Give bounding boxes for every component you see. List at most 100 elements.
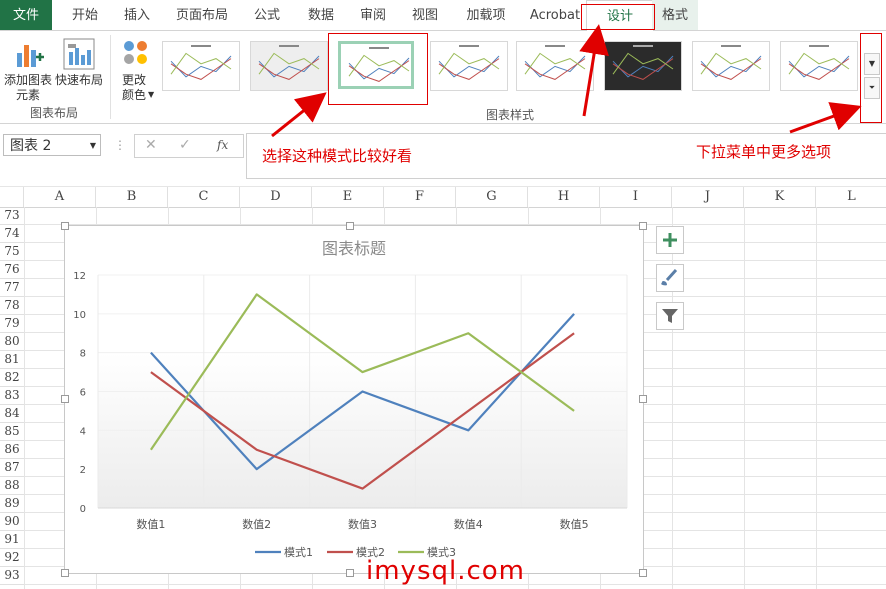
- change-colors-button[interactable]: 更改 颜色 ▼: [114, 35, 156, 102]
- row-header-92[interactable]: 92: [0, 549, 24, 567]
- chart-filters-button[interactable]: [656, 302, 684, 330]
- confirm-icon[interactable]: ✓: [179, 137, 191, 153]
- x-tick-label: 数值5: [560, 518, 589, 531]
- chart-style-thumbnail[interactable]: [780, 41, 858, 91]
- column-header-j[interactable]: J: [672, 187, 744, 207]
- column-header-h[interactable]: H: [528, 187, 600, 207]
- tab-data[interactable]: 数据: [298, 0, 344, 30]
- row-header-81[interactable]: 81: [0, 351, 24, 369]
- row-header-83[interactable]: 83: [0, 387, 24, 405]
- column-header-l[interactable]: L: [816, 187, 886, 207]
- chart-styles-button[interactable]: [656, 264, 684, 292]
- row-header-79[interactable]: 79: [0, 315, 24, 333]
- column-header-f[interactable]: F: [384, 187, 456, 207]
- row-header-73[interactable]: 73: [0, 207, 24, 225]
- row-header-78[interactable]: 78: [0, 297, 24, 315]
- tab-home[interactable]: 开始: [60, 0, 110, 30]
- tab-review[interactable]: 审阅: [350, 0, 396, 30]
- chart-style-thumbnail[interactable]: [516, 41, 594, 91]
- tab-file[interactable]: 文件: [0, 0, 52, 30]
- column-header-k[interactable]: K: [744, 187, 816, 207]
- resize-handle[interactable]: [639, 222, 647, 230]
- y-tick-label: 6: [80, 388, 86, 399]
- tab-acrobat[interactable]: Acrobat: [526, 0, 584, 30]
- drag-handle-icon: ⋮: [114, 138, 126, 152]
- chart-style-thumbnail[interactable]: [430, 41, 508, 91]
- row-header-91[interactable]: 91: [0, 531, 24, 549]
- more-options-highlight: [860, 33, 882, 123]
- resize-handle[interactable]: [61, 395, 69, 403]
- add-chart-element-button[interactable]: 添加图表 元素: [4, 35, 52, 102]
- column-header-i[interactable]: I: [600, 187, 672, 207]
- resize-handle[interactable]: [61, 222, 69, 230]
- resize-handle[interactable]: [346, 222, 354, 230]
- row-header-89[interactable]: 89: [0, 495, 24, 513]
- chart-style-preview: [612, 45, 674, 80]
- x-tick-label: 数值2: [242, 518, 271, 531]
- chart-area[interactable]: 图表标题 0 2 4 6 8 10 12 数值1 数值2 数值3 数值4 数值5 模式1 模式2 模式3: [64, 225, 644, 574]
- column-header-g[interactable]: G: [456, 187, 528, 207]
- chevron-down-icon: ▼: [148, 90, 155, 99]
- tab-formulas[interactable]: 公式: [244, 0, 290, 30]
- column-header-b[interactable]: B: [96, 187, 168, 207]
- tab-addins[interactable]: 加载项: [458, 0, 514, 30]
- row-header-93[interactable]: 93: [0, 567, 24, 585]
- row-header-86[interactable]: 86: [0, 441, 24, 459]
- cancel-icon[interactable]: ✕: [145, 137, 157, 153]
- row-header-77[interactable]: 77: [0, 279, 24, 297]
- design-tab-highlight: [581, 4, 655, 30]
- chart-style-preview: [524, 45, 586, 80]
- chart-style-thumbnail[interactable]: [338, 41, 414, 89]
- name-box-value: 图表 2: [10, 138, 52, 154]
- chart-style-thumbnail[interactable]: [250, 41, 328, 91]
- chevron-down-icon: ▼: [89, 141, 96, 150]
- chart-style-thumbnail[interactable]: [162, 41, 240, 91]
- row-header-76[interactable]: 76: [0, 261, 24, 279]
- row-header-80[interactable]: 80: [0, 333, 24, 351]
- filter-icon: [662, 309, 678, 323]
- column-header-d[interactable]: D: [240, 187, 312, 207]
- resize-handle[interactable]: [639, 395, 647, 403]
- column-header-a[interactable]: A: [24, 187, 96, 207]
- y-tick-label: 0: [80, 504, 86, 515]
- chart-title[interactable]: 图表标题: [322, 239, 386, 258]
- row-header-88[interactable]: 88: [0, 477, 24, 495]
- legend-label: 模式1: [284, 546, 313, 559]
- tab-view[interactable]: 视图: [402, 0, 448, 30]
- quick-layout-label: 快速布局: [54, 73, 103, 87]
- chart-elements-button[interactable]: [656, 226, 684, 254]
- plus-icon: [663, 233, 677, 247]
- brush-icon: [661, 268, 678, 286]
- y-tick-label: 4: [80, 426, 86, 437]
- watermark-text: imysql.com: [366, 556, 526, 586]
- tab-page-layout[interactable]: 页面布局: [166, 0, 238, 30]
- y-tick-label: 10: [73, 310, 86, 321]
- group-label-chart-layouts: 图表布局: [29, 106, 78, 120]
- resize-handle[interactable]: [61, 569, 69, 577]
- chart-style-preview: [348, 47, 410, 82]
- tab-format[interactable]: 格式: [652, 0, 698, 30]
- column-header-e[interactable]: E: [312, 187, 384, 207]
- line-chart: 图表标题024681012数值1 数值2 数值3 数值4 数值5模式1 模式2 模式3: [73, 239, 628, 559]
- resize-handle[interactable]: [346, 569, 354, 577]
- row-header-84[interactable]: 84: [0, 405, 24, 423]
- add-chart-element-icon: [17, 45, 44, 67]
- tab-insert[interactable]: 插入: [114, 0, 160, 30]
- select-all-corner[interactable]: [0, 187, 24, 207]
- row-header-87[interactable]: 87: [0, 459, 24, 477]
- chart-style-thumbnail[interactable]: [692, 41, 770, 91]
- row-header-75[interactable]: 75: [0, 243, 24, 261]
- resize-handle[interactable]: [639, 569, 647, 577]
- quick-layout-button[interactable]: 快速布局: [54, 35, 104, 101]
- fx-icon[interactable]: fx: [217, 138, 228, 152]
- row-header-82[interactable]: 82: [0, 369, 24, 387]
- column-header-c[interactable]: C: [168, 187, 240, 207]
- name-box[interactable]: 图表 2 ▼: [3, 134, 101, 156]
- chart-style-preview: [170, 45, 232, 80]
- group-label-chart-styles: 图表样式: [485, 108, 534, 122]
- ribbon-panel: 添加图表 元素 快速布局 更改 颜色 ▼ 图表布局 ▼ ⏷ 图表样式: [0, 31, 886, 124]
- row-header-90[interactable]: 90: [0, 513, 24, 531]
- row-header-74[interactable]: 74: [0, 225, 24, 243]
- chart-style-thumbnail[interactable]: [604, 41, 682, 91]
- row-header-85[interactable]: 85: [0, 423, 24, 441]
